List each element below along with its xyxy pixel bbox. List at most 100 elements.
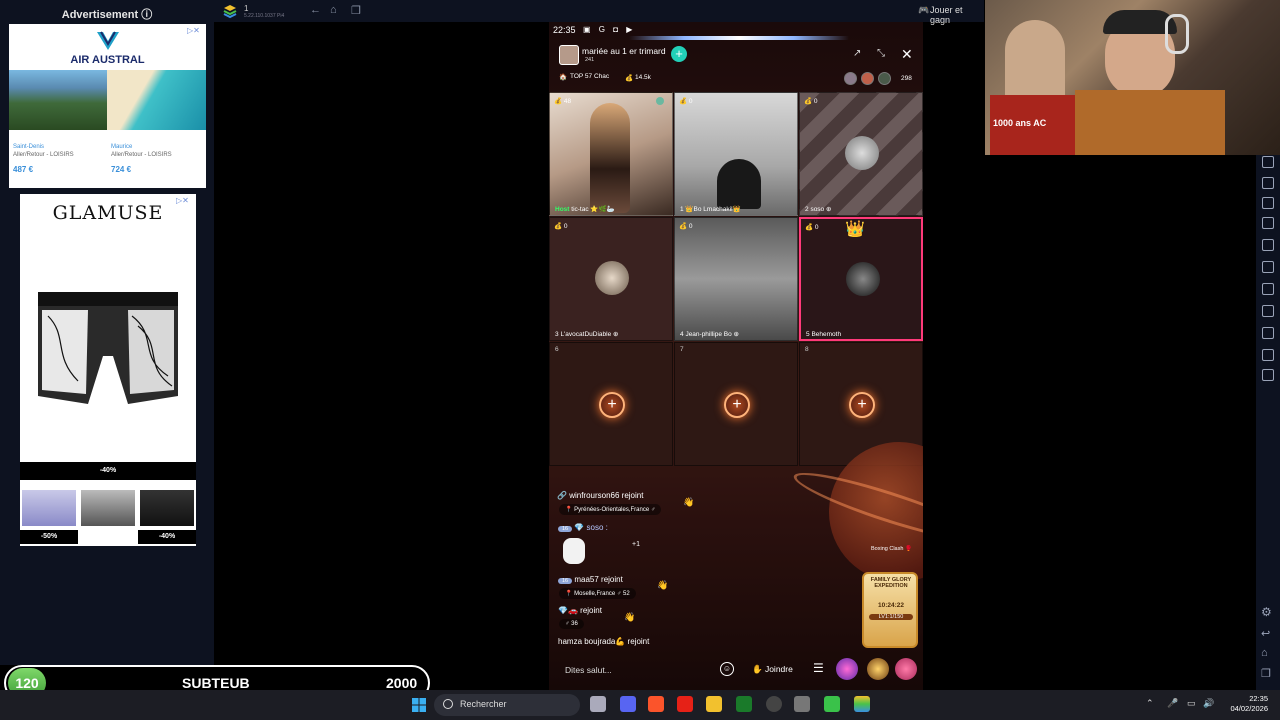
- add-seat-icon[interactable]: +: [599, 392, 625, 418]
- air-austral-ad[interactable]: ▷✕ AIR AUSTRAL Saint-Denis Aller/Retour …: [9, 24, 206, 188]
- home-icon[interactable]: ⌂: [1261, 647, 1268, 659]
- empty-seat[interactable]: 7 +: [674, 342, 798, 466]
- taskbar-search[interactable]: Rechercher: [434, 694, 580, 716]
- emoji-icon[interactable]: ☺: [720, 662, 734, 676]
- instance-address: 5.22.110.1037 Pi4: [244, 13, 285, 19]
- side-tool-icon[interactable]: [1262, 197, 1274, 209]
- offer-price[interactable]: 487 €: [13, 165, 33, 174]
- add-seat-icon[interactable]: +: [724, 392, 750, 418]
- expedition-title: FAMILY GLORY EXPEDITION: [870, 577, 912, 589]
- folder-icon[interactable]: [706, 696, 722, 712]
- wave-icon[interactable]: 👋: [624, 612, 635, 623]
- join-button[interactable]: ✋ Joindre: [752, 664, 793, 675]
- seat-1[interactable]: 💰 0 1 👑Bo Lmachakil👑: [674, 92, 798, 216]
- back-icon[interactable]: ↩: [1261, 627, 1270, 640]
- file-view-icon[interactable]: [590, 696, 606, 712]
- side-tool-icon[interactable]: [1262, 369, 1274, 381]
- youtube-icon[interactable]: [677, 696, 693, 712]
- wave-icon[interactable]: 👋: [683, 497, 694, 508]
- back-icon[interactable]: ←: [310, 4, 321, 16]
- side-tool-icon[interactable]: [1262, 261, 1274, 273]
- seat-number: 8: [805, 346, 809, 353]
- discount-label: -50%: [20, 530, 78, 544]
- close-icon[interactable]: ✕: [901, 46, 913, 63]
- side-tool-icon[interactable]: [1262, 217, 1274, 229]
- brave-icon[interactable]: [648, 696, 664, 712]
- sticker-image[interactable]: [563, 538, 585, 564]
- share-icon[interactable]: ↗: [853, 48, 861, 59]
- family-expedition-card[interactable]: FAMILY GLORY EXPEDITION 10:24:22 LV1:1/1…: [862, 572, 918, 648]
- chat-join-message: 💎🚗 rejoint: [558, 606, 602, 615]
- header-ornament: [629, 36, 849, 40]
- side-tool-icon[interactable]: [1262, 305, 1274, 317]
- minimize-icon[interactable]: ⤡: [877, 48, 885, 59]
- lingerie-thumb[interactable]: [22, 490, 76, 526]
- seat-2[interactable]: 💰 0 2 soso ⊕: [799, 92, 923, 216]
- windows-taskbar: Rechercher ⌃ 🎤 ▭ 🔊 22:35 04/02/2026: [0, 690, 1280, 720]
- seat-name: 4 Jean-phillipe Bo ⊕: [680, 331, 739, 338]
- room-title[interactable]: mariée au 1 er trimard: [582, 46, 666, 56]
- android-app-icon[interactable]: [824, 696, 840, 712]
- discord-icon[interactable]: [620, 696, 636, 712]
- glamuse-ad[interactable]: ▷✕ GLAMUSE -40% -50% -40%: [20, 194, 196, 546]
- rocket-icon[interactable]: [867, 658, 889, 680]
- top-ranking-chip[interactable]: TOP 57 Chac: [570, 73, 609, 80]
- play-app-icon[interactable]: [736, 696, 752, 712]
- side-tool-icon[interactable]: [1262, 283, 1274, 295]
- tray-overflow-icon[interactable]: ⌃: [1146, 698, 1154, 709]
- game-icon[interactable]: [836, 658, 858, 680]
- lingerie-thumb[interactable]: [81, 490, 135, 526]
- add-seat-icon[interactable]: +: [849, 392, 875, 418]
- viewer-count[interactable]: 298: [901, 75, 912, 82]
- settings-icon[interactable]: ⚙: [1261, 605, 1272, 619]
- viewer-avatar[interactable]: [878, 72, 891, 85]
- webcam-caption: 1000 ans AC: [993, 118, 1047, 128]
- menu-icon[interactable]: ☰: [813, 661, 824, 675]
- settings-app-icon[interactable]: [794, 696, 810, 712]
- multi-window-icon[interactable]: ❐: [351, 4, 361, 17]
- seat-5[interactable]: 👑 💰 0 5 Behemoth: [799, 217, 923, 341]
- seat-name: 1 👑Bo Lmachakil👑: [680, 206, 741, 213]
- side-tool-icon[interactable]: [1262, 177, 1274, 189]
- bluestacks-icon[interactable]: [854, 696, 870, 712]
- seat-4[interactable]: 💰 0 4 Jean-phillipe Bo ⊕: [674, 217, 798, 341]
- chat-message: 16 💎 soso :: [558, 523, 608, 532]
- search-label: Rechercher: [460, 699, 507, 709]
- ad-column: Advertisement ⓘ ▷✕ AIR AUSTRAL Saint-Den…: [0, 0, 214, 665]
- seat-avatar: [846, 262, 880, 296]
- volume-icon[interactable]: 🔊: [1203, 698, 1214, 709]
- boxing-clash-button[interactable]: Boxing Clash 🥊: [871, 546, 912, 552]
- network-icon[interactable]: ▭: [1187, 698, 1196, 709]
- gamepad-icon[interactable]: 🎮: [918, 5, 929, 16]
- status-time: 22:35: [553, 25, 576, 35]
- side-tool-icon[interactable]: [1262, 156, 1274, 168]
- seat-badge: 💰 0: [679, 98, 693, 105]
- wave-icon[interactable]: 👋: [657, 580, 668, 591]
- lingerie-thumb[interactable]: [140, 490, 194, 526]
- recent-apps-icon[interactable]: ❐: [1261, 667, 1271, 680]
- viewer-avatar[interactable]: [861, 72, 874, 85]
- offer-price[interactable]: 724 €: [111, 165, 131, 174]
- sub-goal-label: SUBTEUB: [182, 675, 250, 691]
- side-tool-icon[interactable]: [1262, 327, 1274, 339]
- home-icon[interactable]: ⌂: [330, 4, 337, 16]
- seat-host[interactable]: 💰 48 Host tic-tac ⭐🌿🦢: [549, 92, 673, 216]
- microphone-icon[interactable]: 🎤: [1167, 698, 1178, 709]
- taskbar-clock[interactable]: 22:35 04/02/2026: [1222, 694, 1268, 714]
- trophy-icon: 🏠: [559, 74, 568, 81]
- chat-input[interactable]: Dites salut...: [565, 665, 612, 675]
- side-tool-icon[interactable]: [1262, 239, 1274, 251]
- viewer-avatar[interactable]: [844, 72, 857, 85]
- seat-number: 6: [555, 346, 559, 353]
- play-and-win-link[interactable]: Jouer et gagn: [930, 5, 984, 25]
- follow-button[interactable]: +: [671, 46, 687, 62]
- room-avatar[interactable]: [559, 45, 579, 65]
- empty-seat[interactable]: 6 +: [549, 342, 673, 466]
- obs-icon[interactable]: [766, 696, 782, 712]
- gift-icon[interactable]: [895, 658, 917, 680]
- seat-3[interactable]: 💰 0 3 L'avocatDuDiable ⊕: [549, 217, 673, 341]
- air-austral-brand: AIR AUSTRAL: [70, 54, 145, 66]
- windows-start-icon[interactable]: [412, 698, 426, 712]
- side-tool-icon[interactable]: [1262, 349, 1274, 361]
- discount-bar[interactable]: -40%: [20, 462, 196, 480]
